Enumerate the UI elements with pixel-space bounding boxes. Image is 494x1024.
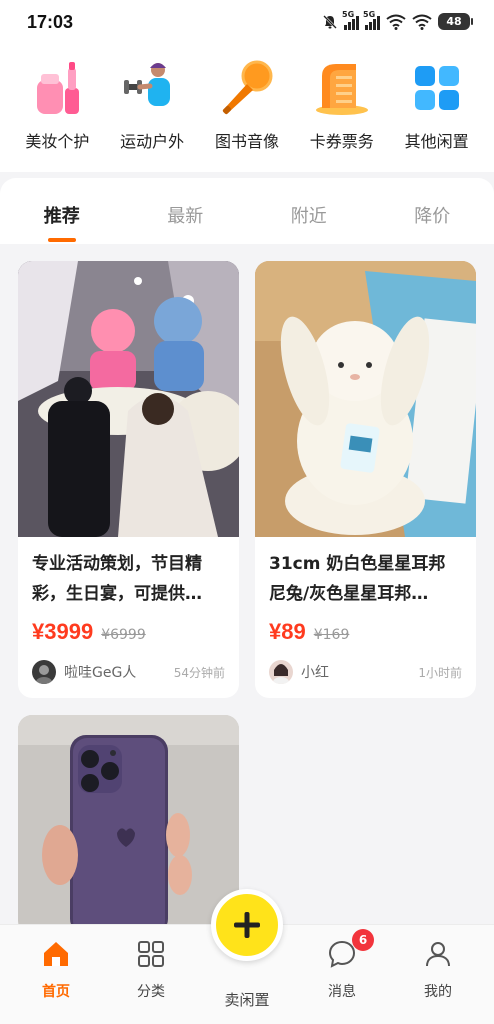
tab-recommended[interactable]: 推荐 [0, 178, 124, 244]
seller-row: 啦哇GeG人 54分钟前 [32, 660, 225, 684]
bottom-nav: 首页 分类 卖闲置 消息 6 我的 [0, 889, 494, 1024]
avatar [269, 660, 293, 684]
plus-icon [234, 912, 260, 938]
tab-latest[interactable]: 最新 [124, 178, 248, 244]
category-grid-icon [136, 939, 166, 969]
home-icon [41, 939, 71, 969]
purple-iphone-photo [18, 715, 239, 935]
wifi-icon [386, 14, 406, 30]
product-original-price: ¥6999 [101, 627, 146, 643]
message-count-badge: 6 [352, 929, 374, 951]
category-label: 其他闲置 [404, 132, 469, 151]
category-sports[interactable]: 运动户外 [107, 46, 197, 172]
category-label: 美妆个护 [25, 132, 90, 151]
category-tickets[interactable]: 卡券票务 [297, 46, 387, 172]
signal-icon-2: 5G [363, 10, 380, 30]
product-original-price: ¥169 [313, 627, 350, 643]
product-price: ¥3999 [32, 619, 94, 644]
plush-bunny-photo [255, 261, 476, 537]
status-time: 17:03 [27, 12, 74, 32]
wifi-icon-2 [412, 14, 432, 30]
tab-nearby[interactable]: 附近 [247, 178, 371, 244]
category-label: 运动户外 [120, 132, 185, 151]
category-label: 图书音像 [214, 132, 279, 151]
category-label: 卡券票务 [309, 132, 374, 151]
product-card[interactable] [18, 715, 239, 935]
category-cosmetics[interactable]: 美妆个护 [12, 46, 102, 172]
product-title: 专业活动策划，节目精彩，生日宴，可提供… [32, 554, 202, 604]
category-others[interactable]: 其他闲置 [392, 46, 482, 172]
mute-bell-icon [323, 14, 337, 29]
network-label-1: 5G [342, 9, 355, 19]
nav-label: 消息 [328, 984, 356, 1000]
post-time: 1小时前 [418, 665, 462, 680]
seller-row: 小红 1小时前 [269, 660, 462, 684]
nav-label: 我的 [424, 984, 452, 1000]
sell-label: 卖闲置 [224, 991, 270, 1009]
category-books-media[interactable]: 图书音像 [202, 46, 292, 172]
person-icon [423, 939, 453, 969]
nav-label: 分类 [137, 984, 165, 1000]
status-icons: 5G 5G 48 [322, 10, 473, 30]
network-label-2: 5G [363, 9, 376, 19]
nav-profile[interactable]: 我的 [398, 935, 478, 1001]
post-time: 54分钟前 [173, 665, 225, 680]
status-bar: 17:03 5G 5G 48 [0, 0, 494, 46]
price-row: ¥3999 ¥6999 [18, 611, 239, 645]
fitness-icon [122, 58, 182, 118]
product-card[interactable]: 31cm 奶白色星星耳邦尼兔/灰色星星耳邦… ¥89 ¥169 小红 1小时前 [255, 261, 476, 698]
lion-dance-wedding-photo [18, 261, 239, 537]
feed-tabs: 推荐 最新 附近 降价 [0, 178, 494, 244]
seller-name: 啦哇GeG人 [64, 665, 137, 681]
nav-label: 首页 [42, 984, 70, 1000]
product-card[interactable]: 专业活动策划，节目精彩，生日宴，可提供… ¥3999 ¥6999 啦哇GeG人 … [18, 261, 239, 698]
battery-indicator: 48 [438, 13, 473, 30]
microphone-icon [217, 58, 277, 118]
price-row: ¥89 ¥169 [255, 611, 476, 645]
sell-button[interactable] [211, 889, 283, 961]
signal-icon-1: 5G [342, 10, 359, 30]
cosmetics-icon [27, 58, 87, 118]
seller-name: 小红 [301, 665, 329, 681]
category-row: 美妆个护 运动户外 图书音像 卡券票务 其他闲置 [0, 46, 494, 172]
ticket-building-icon [312, 58, 372, 118]
product-title: 31cm 奶白色星星耳邦尼兔/灰色星星耳邦… [269, 554, 446, 604]
tab-price-drop[interactable]: 降价 [371, 178, 494, 244]
avatar [32, 660, 56, 684]
product-price: ¥89 [269, 619, 306, 644]
nav-home[interactable]: 首页 [16, 935, 96, 1001]
nav-category[interactable]: 分类 [111, 935, 191, 1001]
grid-icon [407, 58, 467, 118]
